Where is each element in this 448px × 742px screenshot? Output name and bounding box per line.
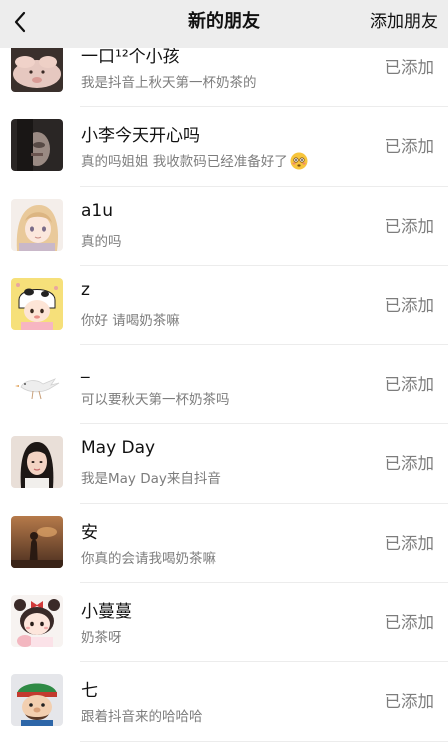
bird-avatar	[11, 357, 63, 410]
bow-girl-avatar	[11, 595, 63, 648]
anime-girl-avatar	[11, 198, 63, 251]
friend-row[interactable]: z 你好 请喝奶茶嘛 已添加	[0, 265, 448, 346]
friend-name: _	[81, 359, 90, 380]
friend-message: 真的吗姐姐 我收款码已经准备好了	[81, 150, 308, 170]
cow-girl-avatar	[11, 277, 63, 330]
friend-row[interactable]: _ 可以要秋天第一杯奶茶吗 已添加	[0, 345, 448, 425]
friend-row[interactable]: a1u 真的吗 已添加	[0, 186, 448, 266]
added-status: 已添加	[384, 454, 435, 474]
friend-row[interactable]: 小蔓蔓 奶茶呀 已添加	[0, 583, 448, 663]
friend-name: a1u	[81, 200, 114, 221]
friend-message: 真的吗	[81, 233, 122, 250]
added-status: 已添加	[384, 613, 435, 633]
added-status: 已添加	[384, 295, 435, 315]
friend-message: 你好 请喝奶茶嘛	[81, 312, 180, 329]
friend-message: 奶茶呀	[81, 630, 122, 647]
added-status: 已添加	[384, 137, 435, 157]
friend-name: May Day	[81, 438, 156, 459]
friend-message: 你真的会请我喝奶茶嘛	[81, 550, 216, 567]
friend-row[interactable]: 七 跟着抖音来的哈哈哈 已添加	[0, 662, 448, 742]
friend-name: 七	[81, 681, 98, 702]
added-status: 已添加	[384, 375, 435, 395]
friend-name: 安	[81, 522, 98, 543]
friend-name: z	[81, 279, 90, 300]
add-friend-button[interactable]: 添加朋友	[370, 0, 438, 44]
friend-message: 我是抖音上秋天第一杯奶茶的	[81, 75, 257, 91]
friend-row[interactable]: 小李今天开心吗 真的吗姐姐 我收款码已经准备好了 已添加	[0, 107, 448, 187]
top-bar: 新的朋友 添加朋友	[0, 0, 448, 48]
added-status: 已添加	[384, 58, 435, 77]
friend-message: 我是May Day来自抖音	[81, 471, 221, 488]
friend-row[interactable]: 安 你真的会请我喝奶茶嘛 已添加	[0, 503, 448, 584]
portrait-dark-avatar	[11, 119, 63, 172]
added-status: 已添加	[384, 216, 435, 236]
flushed-face-emoji	[290, 152, 308, 170]
new-friends-list: 一口¹²个小孩 我是抖音上秋天第一杯奶茶的 已添加 小李今天开心吗 真的吗姐姐 …	[0, 28, 448, 742]
added-status: 已添加	[384, 533, 435, 553]
added-status: 已添加	[384, 692, 435, 712]
woman-photo-avatar	[11, 436, 63, 489]
cartoon-character-avatar	[11, 674, 63, 727]
friend-message: 跟着抖音来的哈哈哈	[81, 709, 203, 726]
friend-name: 小李今天开心吗	[81, 126, 200, 147]
sunset-avatar	[11, 515, 63, 568]
friend-row[interactable]: May Day 我是May Day来自抖音 已添加	[0, 424, 448, 504]
friend-message: 可以要秋天第一杯奶茶吗	[81, 392, 230, 409]
friend-name: 小蔓蔓	[81, 602, 132, 623]
